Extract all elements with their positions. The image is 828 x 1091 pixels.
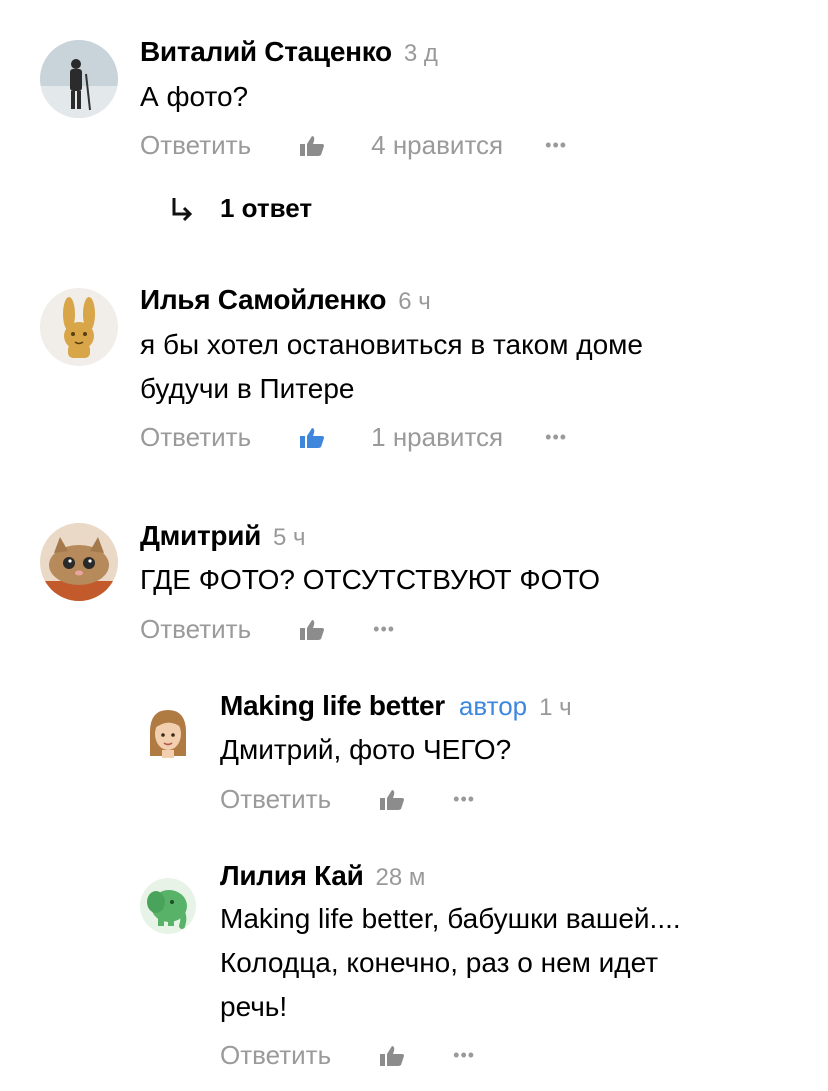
reply-button[interactable]: Ответить (220, 1040, 331, 1071)
avatar[interactable] (40, 523, 118, 601)
person-photo-icon (40, 40, 118, 118)
comment-text: ГДЕ ФОТО? ОТСУТСТВУЮТ ФОТО (140, 564, 601, 595)
reply-button[interactable]: Ответить (140, 130, 251, 161)
comment-time: 5 ч (273, 524, 306, 551)
comment-text: Дмитрий, фото ЧЕГО? (220, 734, 512, 765)
comment-text: А фото? (140, 81, 249, 112)
more-options-button[interactable]: ••• (453, 789, 475, 810)
author-name[interactable]: Виталий Стаценко (140, 36, 392, 67)
show-replies-button[interactable]: 1 ответ (170, 193, 312, 224)
comment-time: 1 ч (539, 694, 572, 721)
author-name[interactable]: Илья Самойленко (140, 284, 387, 315)
avatar[interactable] (40, 40, 118, 118)
like-icon[interactable] (299, 135, 325, 157)
comment-text-line: речь! (220, 991, 288, 1022)
avatar[interactable] (142, 706, 194, 762)
comment-text-line: Колодца, конечно, раз о нем идет (220, 947, 659, 978)
comment-time: 6 ч (398, 288, 431, 315)
comment-text-line: я бы хотел остановиться в таком доме (140, 329, 643, 360)
reply-button[interactable]: Ответить (140, 422, 251, 453)
likes-count[interactable]: 1 нравится (371, 422, 503, 453)
like-icon[interactable] (299, 427, 325, 449)
avatar[interactable] (40, 288, 118, 366)
author-name[interactable]: Дмитрий (140, 520, 261, 551)
comment-time: 28 м (375, 864, 426, 891)
comment-text: Making life better, бабушки вашей.... Ко… (220, 897, 681, 1029)
comment-text-line: будучи в Питере (140, 373, 355, 404)
reply-arrow-icon (172, 197, 193, 221)
more-options-button[interactable]: ••• (373, 619, 395, 640)
author-name[interactable]: Лилия Кай (220, 860, 364, 891)
replies-count[interactable]: 1 ответ (220, 193, 312, 224)
more-options-button[interactable]: ••• (453, 1045, 475, 1066)
cat-photo-icon (40, 523, 118, 601)
more-options-button[interactable]: ••• (545, 427, 567, 448)
reply-button[interactable]: Ответить (140, 614, 251, 645)
likes-count[interactable]: 4 нравится (371, 130, 503, 161)
comment-text-line: Making life better, бабушки вашей.... (220, 903, 681, 934)
like-icon[interactable] (379, 789, 405, 811)
like-icon[interactable] (299, 619, 325, 641)
rabbit-icon (40, 288, 118, 366)
reply-button[interactable]: Ответить (220, 784, 331, 815)
author-name[interactable]: Making life better (220, 690, 445, 721)
more-options-button[interactable]: ••• (545, 135, 567, 156)
elephant-icon (140, 878, 196, 934)
comment-time: 3 д (403, 40, 438, 67)
comment-text: я бы хотел остановиться в таком доме буд… (140, 323, 643, 411)
girl-memoji-icon (150, 710, 186, 758)
avatar[interactable] (140, 878, 196, 934)
like-icon[interactable] (379, 1045, 405, 1067)
author-badge: автор (458, 691, 528, 721)
